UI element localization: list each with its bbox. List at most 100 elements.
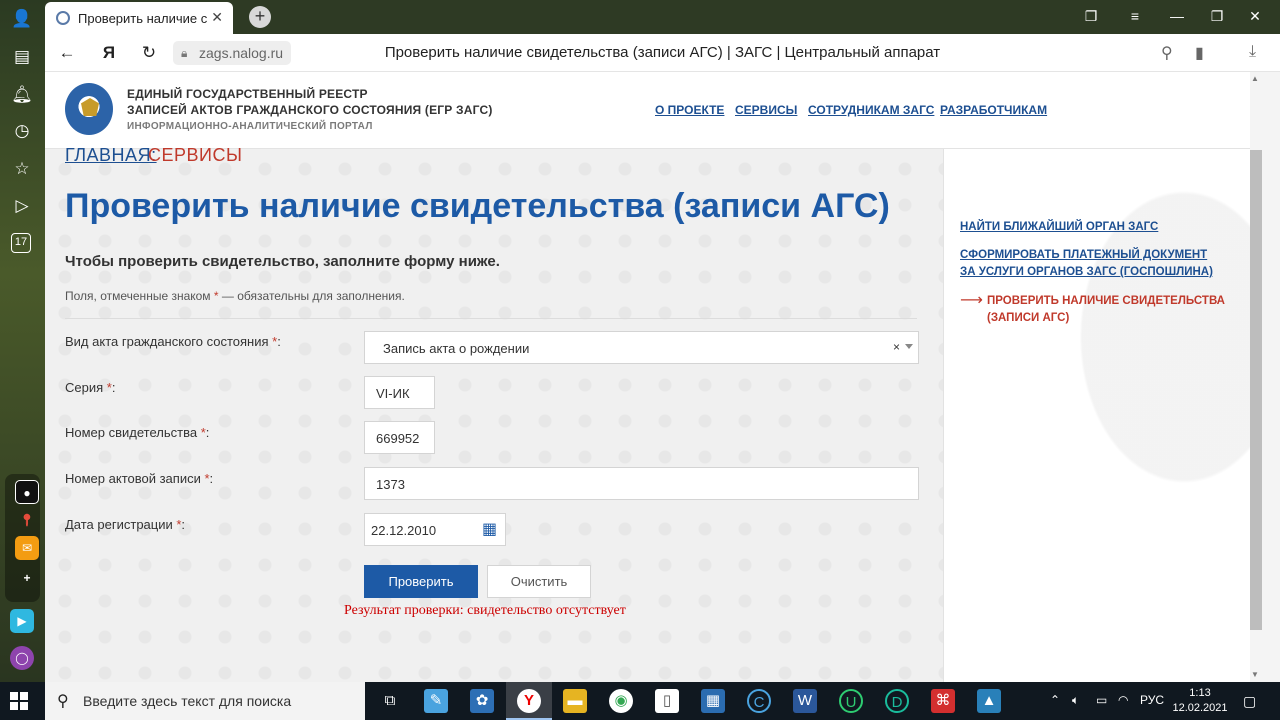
registration-date-label: Дата регистрации *: [65, 517, 186, 532]
scroll-up-icon[interactable]: ▲ [1251, 74, 1259, 83]
minimize-icon[interactable]: — [1167, 8, 1187, 24]
divider [65, 318, 917, 319]
required-star: * [176, 517, 182, 532]
d-app-icon[interactable]: D [885, 689, 909, 713]
alice-assistant-icon[interactable]: ◯ [10, 646, 34, 670]
u-app-icon[interactable]: U [839, 689, 863, 713]
record-number-label-text: Номер актовой записи [65, 471, 205, 486]
paint-app-icon[interactable]: ✿ [470, 689, 494, 713]
series-label-text: Серия [65, 380, 107, 395]
add-app-icon[interactable]: + [15, 566, 39, 590]
menu-icon[interactable]: ≡ [1125, 8, 1145, 24]
back-icon[interactable]: ← [57, 43, 77, 63]
maps-app-icon[interactable]: 📍︎ [15, 508, 39, 532]
camera-app-icon[interactable]: ● [15, 480, 39, 504]
required-note-text: Поля, отмеченные знаком [65, 289, 214, 303]
notification-center-icon[interactable]: ▢ [1243, 693, 1256, 710]
calendar-picker-icon[interactable]: ▦ [482, 519, 497, 539]
download-icon[interactable]: ⤓ [1249, 43, 1256, 61]
nav-developers[interactable]: РАЗРАБОТЧИКАМ [940, 103, 1047, 117]
file-explorer-icon[interactable]: ▬ [563, 689, 587, 713]
form-instruction: Чтобы проверить свидетельство, заполните… [65, 253, 500, 270]
profile-icon[interactable]: 👤 [11, 8, 33, 30]
brand-line-1: ЕДИНЫЙ ГОСУДАРСТВЕННЫЙ РЕЕСТР [127, 87, 368, 101]
restore-icon[interactable]: ❐ [1207, 8, 1227, 25]
system-clock[interactable]: 1:13 12.02.2021 [1172, 686, 1228, 716]
chrome-icon[interactable]: ◉ [609, 689, 633, 713]
main-content: ГЛАВНАЯ: СЕРВИСЫ Проверить наличие свиде… [45, 145, 943, 682]
tab-close-icon[interactable]: ✕ [211, 9, 223, 26]
clock-date: 12.02.2021 [1172, 702, 1228, 714]
site-favicon-icon [56, 11, 70, 25]
photos-icon[interactable]: ▲ [977, 689, 1001, 713]
speaker-icon[interactable]: 🔈︎ [1072, 693, 1079, 708]
task-view-icon[interactable]: ⧉ [378, 689, 402, 713]
windows-start-icon[interactable] [10, 692, 28, 710]
record-number-input[interactable]: 1373 [364, 467, 919, 500]
calendar-day: 17 [14, 236, 28, 248]
bookmarks-panel-icon[interactable]: ❐ [1081, 8, 1101, 25]
page-scrollbar[interactable]: ▲ ▼ [1250, 72, 1280, 682]
act-type-select[interactable]: Запись акта о рождении × [364, 331, 919, 364]
sidebar-link-find-office[interactable]: НАЙТИ БЛИЖАЙШИЙ ОРГАН ЗАГС [960, 219, 1220, 236]
record-number-label: Номер актовой записи *: [65, 471, 214, 486]
chevron-down-icon[interactable] [905, 344, 913, 349]
url-field[interactable]: 🔒︎ zags.nalog.ru [173, 41, 292, 65]
nav-zags-staff[interactable]: СОТРУДНИКАМ ЗАГС [808, 103, 934, 117]
certificate-number-input[interactable]: 669952 [364, 421, 435, 454]
site-header: ЕДИНЫЙ ГОСУДАРСТВЕННЫЙ РЕЕСТР ЗАПИСЕЙ АК… [45, 72, 1250, 149]
media-icon[interactable]: ▷ [11, 195, 33, 217]
tab-bar: Проверить наличие св ✕ + ❐ ≡ — ❐ ✕ [45, 0, 1280, 34]
services-sidebar: НАЙТИ БЛИЖАЙШИЙ ОРГАН ЗАГС СФОРМИРОВАТЬ … [943, 149, 1250, 682]
document-icon[interactable]: ▯ [655, 689, 679, 713]
player-app-icon[interactable]: ▶ [10, 609, 34, 633]
translate-search-icon[interactable]: ⚲ [1161, 43, 1173, 63]
c-app-icon[interactable]: C [747, 689, 771, 713]
calendar-icon[interactable]: 17 [11, 233, 31, 253]
close-window-icon[interactable]: ✕ [1245, 8, 1265, 25]
scroll-thumb[interactable] [1250, 150, 1262, 630]
nav-about[interactable]: О ПРОЕКТЕ [655, 103, 724, 117]
check-result: Результат проверки: свидетельство отсутс… [344, 603, 626, 618]
taskbar-search-placeholder: Введите здесь текст для поиска [83, 693, 292, 709]
series-input[interactable]: VI-ИК [364, 376, 435, 409]
tray-expand-icon[interactable]: ⌃ [1050, 693, 1060, 707]
check-button[interactable]: Проверить [364, 565, 478, 598]
reload-icon[interactable]: ↻ [139, 43, 159, 63]
notepad-app-icon[interactable]: ✎ [424, 689, 448, 713]
browser-sidebar: 👤 ▤ 🔔︎ ◷ ☆ ▷ 17 ● 📍︎ ✉ + ▶ ◯ [0, 0, 45, 682]
address-bar: ← Я ↻ 🔒︎ zags.nalog.ru Проверить наличие… [45, 34, 1280, 72]
nav-services[interactable]: СЕРВИСЫ [735, 103, 797, 117]
sidebar-link-check-certificate[interactable]: ПРОВЕРИТЬ НАЛИЧИЕ СВИДЕТЕЛЬСТВА (ЗАПИСИ … [987, 293, 1227, 327]
history-icon[interactable]: ◷ [11, 120, 33, 142]
bookmark-icon[interactable]: ▮ [1195, 43, 1204, 63]
clear-selection-icon[interactable]: × [893, 340, 900, 354]
registration-date-label-text: Дата регистрации [65, 517, 177, 532]
search-icon: ⚲ [57, 693, 69, 710]
yandex-logo-icon[interactable]: Я [99, 43, 119, 63]
yandex-browser-icon[interactable]: Y [517, 689, 541, 713]
collections-icon[interactable]: ▤ [11, 46, 33, 68]
clear-button[interactable]: Очистить [487, 565, 591, 598]
page-heading: Проверить наличие свидетельства (записи … [65, 187, 890, 225]
wifi-icon[interactable]: ◠ [1118, 693, 1128, 707]
word-icon[interactable]: W [793, 689, 817, 713]
mail-app-icon[interactable]: ✉ [15, 536, 39, 560]
taskbar-search[interactable]: ⚲ Введите здесь текст для поиска [45, 682, 365, 720]
required-note: Поля, отмеченные знаком * — обязательны … [65, 289, 405, 303]
web-page: ЕДИНЫЙ ГОСУДАРСТВЕННЫЙ РЕЕСТР ЗАПИСЕЙ АК… [45, 72, 1250, 682]
certificate-number-label: Номер свидетельства *: [65, 425, 210, 440]
browser-tab[interactable]: Проверить наличие св ✕ [45, 2, 233, 34]
bookmarks-icon[interactable]: ☆ [11, 158, 33, 180]
language-indicator[interactable]: РУС [1140, 693, 1164, 707]
battery-icon[interactable]: ▭ [1096, 693, 1107, 707]
lock-icon: 🔒︎ [181, 46, 188, 60]
pdf-reader-icon[interactable]: ⌘ [931, 689, 955, 713]
breadcrumb-home[interactable]: ГЛАВНАЯ: [65, 145, 157, 166]
scroll-down-icon[interactable]: ▼ [1251, 670, 1259, 679]
fns-emblem-logo[interactable] [65, 83, 113, 135]
calculator-icon[interactable]: ▦ [701, 689, 725, 713]
new-tab-button[interactable]: + [249, 6, 271, 28]
sidebar-link-payment-document[interactable]: СФОРМИРОВАТЬ ПЛАТЕЖНЫЙ ДОКУМЕНТ ЗА УСЛУГ… [960, 247, 1220, 281]
notifications-icon[interactable]: 🔔︎ [11, 84, 33, 106]
